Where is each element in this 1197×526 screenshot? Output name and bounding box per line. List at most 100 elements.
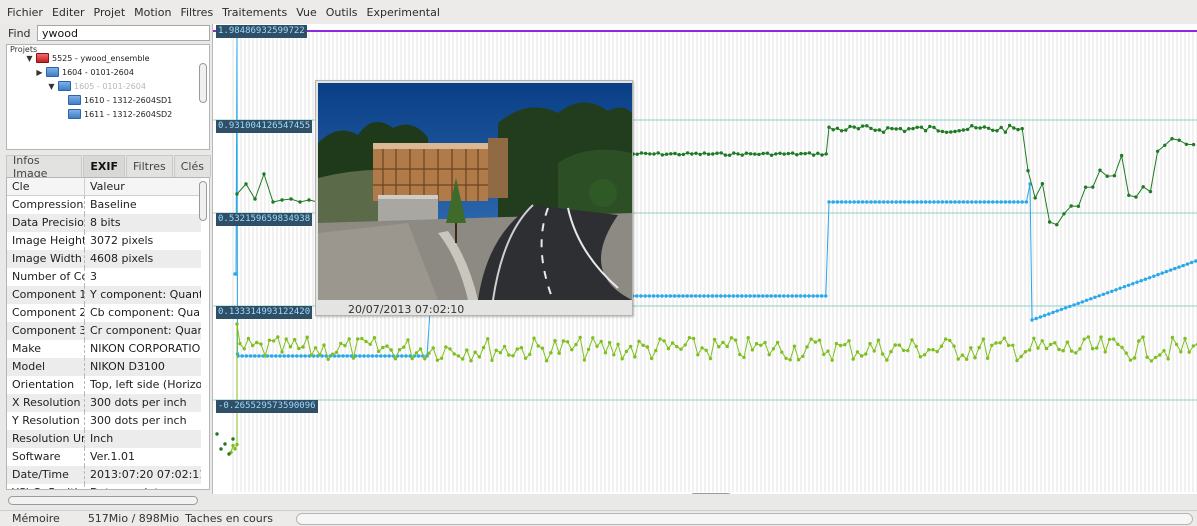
light-green-series-point[interactable] bbox=[456, 354, 461, 358]
dark-green-series-point[interactable] bbox=[215, 432, 219, 436]
light-green-series-point[interactable] bbox=[813, 340, 818, 344]
blue-series-point[interactable] bbox=[978, 200, 982, 204]
light-green-series-point[interactable] bbox=[1002, 336, 1007, 340]
light-green-series-point[interactable] bbox=[1132, 356, 1137, 360]
dark-green-series-point[interactable] bbox=[1127, 193, 1131, 197]
blue-series-point[interactable] bbox=[693, 294, 698, 298]
light-green-series-point[interactable] bbox=[708, 356, 713, 361]
dark-green-series-point[interactable] bbox=[280, 198, 284, 202]
blue-series-point[interactable] bbox=[974, 200, 978, 204]
dark-green-series-point[interactable] bbox=[706, 152, 711, 156]
light-green-series-point[interactable] bbox=[511, 354, 515, 358]
dark-green-series-point[interactable] bbox=[719, 151, 723, 155]
dark-green-series-point[interactable] bbox=[690, 152, 694, 156]
dark-green-series-point[interactable] bbox=[932, 125, 936, 130]
light-green-series-point[interactable] bbox=[1078, 347, 1082, 351]
dark-green-series-point[interactable] bbox=[669, 152, 673, 156]
blue-series-point[interactable] bbox=[362, 354, 366, 358]
blue-series-point[interactable] bbox=[860, 200, 865, 204]
blue-series-point[interactable] bbox=[651, 294, 656, 298]
dark-green-series-point[interactable] bbox=[778, 151, 782, 155]
light-green-series-point[interactable] bbox=[889, 349, 893, 354]
light-green-series-point[interactable] bbox=[771, 347, 776, 351]
dark-green-series-point[interactable] bbox=[1016, 127, 1020, 132]
light-green-series-point[interactable] bbox=[616, 342, 620, 346]
table-row[interactable]: Image Height 3072 pixels bbox=[7, 232, 201, 250]
dark-green-series-point[interactable] bbox=[1184, 142, 1189, 146]
blue-series-point[interactable] bbox=[944, 200, 949, 204]
blue-series-point[interactable] bbox=[345, 354, 349, 358]
dark-green-series-point[interactable] bbox=[1105, 174, 1109, 178]
dark-green-series-point[interactable] bbox=[271, 200, 275, 204]
blue-series-point[interactable] bbox=[827, 200, 831, 204]
blue-series-point[interactable] bbox=[274, 354, 278, 358]
tree-item[interactable]: ▶ 1604 - 0101-2604 bbox=[35, 65, 134, 79]
light-green-series-point[interactable] bbox=[246, 336, 251, 341]
light-green-series-point[interactable] bbox=[910, 338, 914, 342]
light-green-series-point[interactable] bbox=[763, 340, 767, 345]
dark-green-series-point[interactable] bbox=[698, 152, 702, 157]
light-green-series-point[interactable] bbox=[906, 348, 910, 353]
left-horizontal-scrollbar[interactable] bbox=[8, 496, 198, 505]
light-green-series-point[interactable] bbox=[662, 339, 666, 343]
light-green-series-point[interactable] bbox=[1027, 348, 1032, 352]
tree-item[interactable]: ▼ 1605 - 0101-2604 bbox=[47, 79, 146, 93]
table-row[interactable]: YCbCr PositioningDatum point bbox=[7, 484, 201, 489]
light-green-series-point[interactable] bbox=[1040, 339, 1044, 343]
blue-series-point[interactable] bbox=[953, 200, 957, 204]
light-green-series-point[interactable] bbox=[301, 345, 305, 349]
dark-green-series-point[interactable] bbox=[765, 151, 770, 155]
light-green-series-point[interactable] bbox=[809, 337, 813, 341]
light-green-series-point[interactable] bbox=[1191, 344, 1196, 348]
collapse-arrow-icon[interactable]: ▼ bbox=[47, 82, 56, 91]
blue-series-point[interactable] bbox=[1007, 200, 1012, 204]
light-green-series-point[interactable] bbox=[561, 339, 566, 343]
blue-series-point[interactable] bbox=[1024, 200, 1029, 204]
menu-fichier[interactable]: Fichier bbox=[7, 6, 43, 19]
blue-series-point[interactable] bbox=[786, 294, 790, 298]
light-green-series-point[interactable] bbox=[868, 341, 872, 346]
blue-series-point[interactable] bbox=[668, 294, 673, 298]
collapse-arrow-icon[interactable]: ▼ bbox=[25, 54, 34, 63]
light-green-series-point[interactable] bbox=[235, 442, 239, 447]
light-green-series-point[interactable] bbox=[1053, 341, 1057, 345]
blue-series-point[interactable] bbox=[387, 354, 391, 358]
blue-series-point[interactable] bbox=[366, 354, 370, 358]
dark-green-series-point[interactable] bbox=[1055, 223, 1059, 227]
light-green-series-point[interactable] bbox=[452, 352, 456, 356]
dark-green-series-point[interactable] bbox=[1026, 169, 1030, 173]
blue-series-point[interactable] bbox=[1059, 307, 1064, 312]
light-green-series-point[interactable] bbox=[990, 343, 994, 347]
light-green-series-point[interactable] bbox=[641, 343, 645, 347]
dark-green-series-point[interactable] bbox=[639, 151, 644, 155]
dark-green-series-point[interactable] bbox=[999, 125, 1003, 130]
dark-green-series-point[interactable] bbox=[995, 129, 999, 133]
blue-series-point[interactable] bbox=[890, 200, 894, 204]
light-green-series-point[interactable] bbox=[381, 345, 385, 350]
blue-series-point[interactable] bbox=[831, 200, 835, 204]
light-green-series-point[interactable] bbox=[855, 350, 860, 354]
light-green-series-point[interactable] bbox=[851, 357, 855, 361]
blue-series-point[interactable] bbox=[839, 200, 844, 204]
light-green-series-point[interactable] bbox=[385, 344, 389, 348]
dark-green-series-point[interactable] bbox=[727, 153, 732, 157]
blue-series-point[interactable] bbox=[744, 294, 748, 298]
blue-series-point[interactable] bbox=[1160, 271, 1164, 275]
blue-series-point[interactable] bbox=[852, 200, 856, 204]
light-green-series-point[interactable] bbox=[969, 346, 973, 350]
dark-green-series-point[interactable] bbox=[790, 151, 795, 155]
light-green-series-point[interactable] bbox=[238, 342, 242, 346]
blue-series-point[interactable] bbox=[702, 294, 706, 298]
light-green-series-point[interactable] bbox=[339, 341, 343, 346]
light-green-series-point[interactable] bbox=[1103, 350, 1107, 354]
table-row[interactable]: Orientation Top, left side (Horizontal) bbox=[7, 376, 201, 394]
blue-series-point[interactable] bbox=[1164, 269, 1169, 274]
table-row[interactable]: X Resolution 300 dots per inch bbox=[7, 394, 201, 412]
light-green-series-point[interactable] bbox=[418, 347, 423, 351]
dark-green-series-point[interactable] bbox=[953, 129, 957, 134]
menu-projet[interactable]: Projet bbox=[94, 6, 126, 19]
blue-series-point[interactable] bbox=[803, 294, 807, 298]
dark-green-series-point[interactable] bbox=[757, 152, 761, 157]
blue-series-point[interactable] bbox=[995, 200, 999, 204]
blue-series-point[interactable] bbox=[856, 200, 861, 204]
